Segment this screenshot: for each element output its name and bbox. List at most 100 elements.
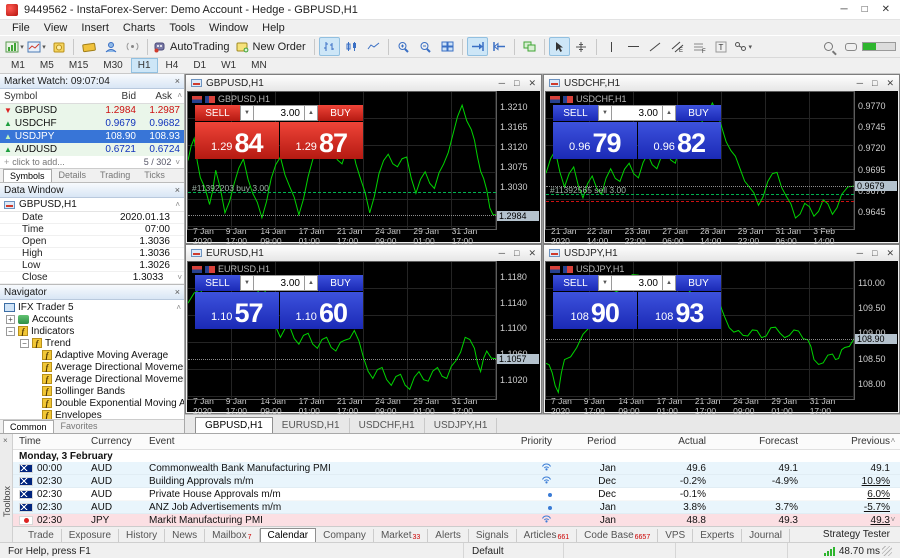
chart-close-button[interactable]: ✕ — [886, 248, 894, 259]
timeframe-button[interactable]: M5 — [33, 58, 61, 73]
chart-plot-usdchf[interactable]: USDCHF,H1 #11392565 sell 3.00 SELL ▼ 3.0… — [545, 91, 854, 230]
navigator-tab[interactable]: Common — [3, 420, 54, 433]
toolbox-tab[interactable]: Alerts — [428, 529, 469, 542]
market-watch-row[interactable]: ▲ AUDUSD 0.6721 0.6724 — [0, 143, 184, 156]
timeframe-button[interactable]: W1 — [214, 58, 243, 73]
volume-decrease-button[interactable]: ▼ — [598, 105, 612, 121]
chart-window-titlebar[interactable]: USDJPY,H1 ─ □ ✕ — [544, 245, 899, 261]
trendline-button[interactable] — [645, 37, 666, 56]
tree-item-accounts[interactable]: + Accounts — [0, 313, 184, 325]
toolbox-tab[interactable]: Experts — [693, 529, 743, 542]
chart-minimize-button[interactable]: ─ — [499, 78, 505, 89]
chart-minimize-button[interactable]: ─ — [499, 248, 505, 259]
new-chart-button[interactable]: ▾ — [4, 37, 25, 56]
bar-chart-button[interactable] — [318, 37, 340, 56]
buy-button[interactable]: BUY — [318, 105, 363, 121]
calendar-row[interactable]: 00:00 AUD Commonwealth Bank Manufacturin… — [13, 462, 900, 475]
text-label-button[interactable]: T — [711, 37, 732, 56]
timeframe-button[interactable]: M15 — [62, 58, 95, 73]
market-watch-add-row[interactable]: + click to add... 5 / 302 ˅ — [0, 156, 184, 168]
scroll-down-icon[interactable]: ˅ — [891, 515, 896, 524]
chart-tab[interactable]: USDJPY,H1 — [425, 418, 498, 433]
chart-maximize-button[interactable]: □ — [872, 78, 877, 89]
buy-price[interactable]: 1.10 60 — [279, 292, 363, 329]
tree-item-indicator[interactable]: f Bollinger Bands — [0, 385, 184, 397]
candlestick-chart-button[interactable] — [341, 37, 362, 56]
collapse-icon[interactable]: − — [6, 326, 15, 336]
scroll-up-icon[interactable]: ˄ — [176, 303, 181, 312]
market-watch-row[interactable]: ▲ USDCHF 0.9679 0.9682 — [0, 117, 184, 130]
collapse-icon[interactable]: − — [20, 338, 29, 348]
autotrading-button[interactable]: AutoTrading — [152, 37, 234, 56]
menu-item[interactable]: Charts — [117, 22, 161, 34]
chart-maximize-button[interactable]: □ — [872, 248, 877, 259]
toolbox-tab[interactable]: Market 33 — [374, 529, 429, 542]
market-watch-close-icon[interactable]: × — [175, 76, 180, 86]
toolbox-tab[interactable]: Exposure — [62, 529, 120, 542]
timeframe-button[interactable]: H1 — [130, 58, 158, 73]
market-watch-row[interactable]: ▼ GBPUSD 1.2984 1.2987 — [0, 104, 184, 117]
chart-close-button[interactable]: ✕ — [528, 248, 536, 259]
calendar-row[interactable]: 02:30 AUD ANZ Job Advertisements m/m Jan… — [13, 501, 900, 514]
profiles-button[interactable]: ▾ — [26, 37, 47, 56]
data-window-close-icon[interactable]: × — [175, 185, 180, 195]
buy-button[interactable]: BUY — [676, 275, 721, 291]
toolbox-tab[interactable]: Trade — [21, 529, 62, 542]
volume-increase-button[interactable]: ▲ — [662, 275, 676, 291]
horizontal-line-button[interactable] — [623, 37, 644, 56]
volume-input[interactable]: 3.00 — [612, 275, 662, 291]
timeframe-button[interactable]: H4 — [159, 58, 186, 73]
chart-minimize-button[interactable]: ─ — [857, 78, 863, 89]
menu-item[interactable]: View — [38, 22, 74, 34]
sell-button[interactable]: SELL — [553, 275, 598, 291]
chart-tab[interactable]: GBPUSD,H1 — [195, 417, 273, 433]
sell-price[interactable]: 0.96 79 — [553, 122, 637, 159]
sell-price[interactable]: 108 90 — [553, 292, 637, 329]
toolbox-tab[interactable]: Company — [316, 529, 374, 542]
community-button[interactable] — [100, 37, 121, 56]
menu-item[interactable]: Help — [256, 22, 291, 34]
chart-plot-usdjpy[interactable]: USDJPY,H1 SELL ▼ 3.00 ▲ BUY 108 90 108 9… — [545, 261, 854, 400]
toolbox-tab[interactable]: Journal — [742, 529, 790, 542]
search-icon[interactable] — [818, 37, 839, 56]
vertical-line-button[interactable] — [601, 37, 622, 56]
market-watch-tab[interactable]: Details — [52, 168, 94, 182]
chart-plot-gbpusd[interactable]: GBPUSD,H1 #11392203 buy 3.00 SELL ▼ 3.00… — [187, 91, 496, 230]
timeframe-button[interactable]: M30 — [96, 58, 129, 73]
calendar-row[interactable]: 02:30 AUD Building Approvals m/m Dec -0.… — [13, 475, 900, 488]
menu-item[interactable]: Tools — [163, 22, 201, 34]
chart-window-titlebar[interactable]: EURUSD,H1 ─ □ ✕ — [186, 245, 541, 261]
toolbox-tab[interactable]: News — [165, 529, 206, 542]
volume-decrease-button[interactable]: ▼ — [598, 275, 612, 291]
chart-tab[interactable]: EURUSD,H1 — [273, 418, 350, 433]
chart-shift-button[interactable] — [489, 37, 510, 56]
resize-grip[interactable] — [882, 546, 892, 556]
volume-decrease-button[interactable]: ▼ — [240, 105, 254, 121]
chart-maximize-button[interactable]: □ — [514, 78, 519, 89]
timeframe-button[interactable]: MN — [244, 58, 274, 73]
chart-close-button[interactable]: ✕ — [886, 78, 894, 89]
buy-button[interactable]: BUY — [318, 275, 363, 291]
tree-item-root[interactable]: IFX Trader 5 ˄ — [0, 301, 184, 313]
calendar-scrollbar[interactable]: ˄ ˅ — [887, 436, 899, 524]
volume-decrease-button[interactable]: ▼ — [240, 275, 254, 291]
window-maximize-button[interactable]: □ — [862, 4, 868, 15]
buy-price[interactable]: 0.96 82 — [637, 122, 721, 159]
volume-increase-button[interactable]: ▲ — [662, 105, 676, 121]
navigator-close-icon[interactable]: × — [175, 287, 180, 297]
chart-tab[interactable]: USDCHF,H1 — [350, 418, 425, 433]
scroll-down-icon[interactable]: ˅ — [177, 273, 184, 282]
volume-input[interactable]: 3.00 — [254, 105, 304, 121]
line-chart-button[interactable] — [363, 37, 384, 56]
chart-maximize-button[interactable]: □ — [514, 248, 519, 259]
chat-icon[interactable] — [840, 37, 861, 56]
tree-item-trend[interactable]: − f Trend — [0, 337, 184, 349]
toolbox-tab[interactable]: Articles 661 — [517, 529, 578, 542]
tree-item-indicator[interactable]: f Average Directional Movement — [0, 373, 184, 385]
window-close-button[interactable]: ✕ — [882, 4, 890, 15]
payments-button[interactable] — [78, 37, 99, 56]
chart-window-titlebar[interactable]: GBPUSD,H1 ─ □ ✕ — [186, 75, 541, 91]
objects-button[interactable]: ▾ — [733, 37, 754, 56]
new-order-button[interactable]: New Order — [235, 37, 310, 56]
auto-scroll-button[interactable] — [466, 37, 488, 56]
